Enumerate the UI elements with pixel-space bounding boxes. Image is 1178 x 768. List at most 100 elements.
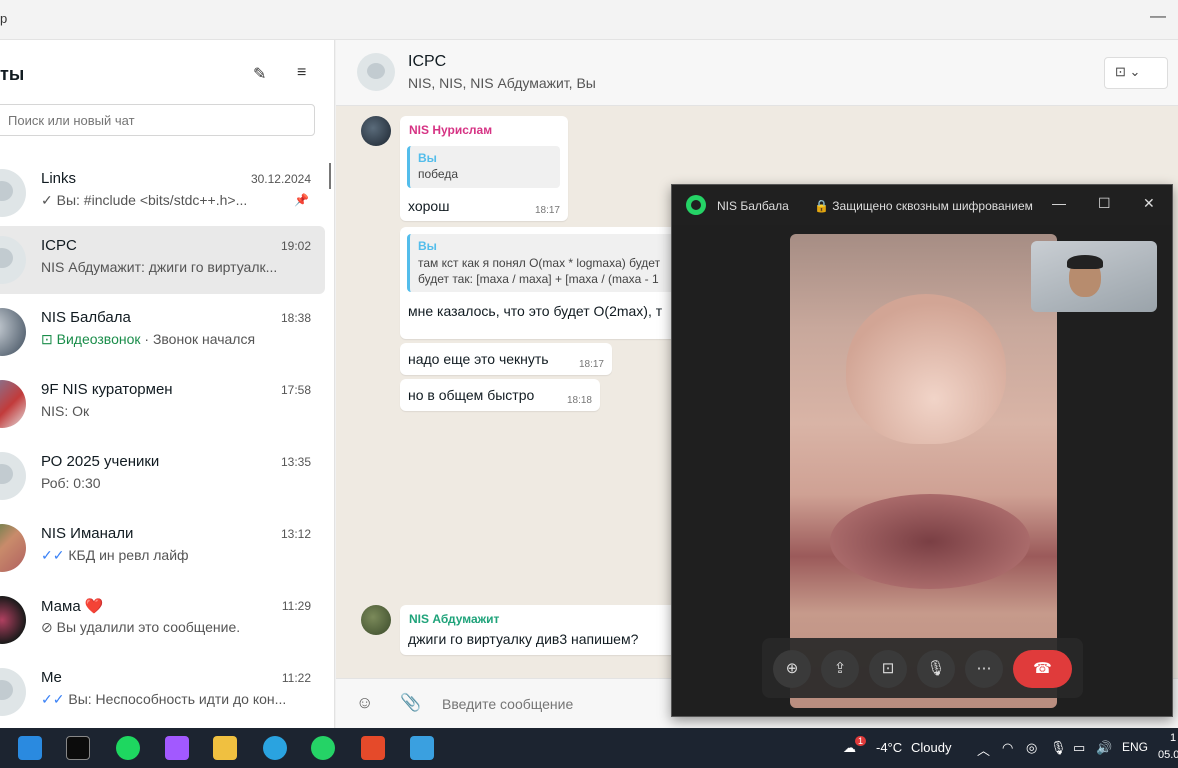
camera-button[interactable]: ⊡ bbox=[869, 650, 907, 688]
maximize-icon[interactable]: ☐ bbox=[1098, 195, 1111, 212]
quoted-message[interactable]: Вы победа bbox=[407, 146, 560, 188]
chat-time: 13:12 bbox=[280, 527, 311, 541]
search-input[interactable] bbox=[0, 105, 314, 135]
filter-icon[interactable]: ≡ bbox=[297, 64, 306, 82]
conversation-header[interactable]: ICPC NIS, NIS, NIS Абдумажит, Вы ⊡ ⌄ bbox=[336, 40, 1178, 106]
microphone-button[interactable]: 🎙 bbox=[917, 650, 955, 688]
terminal-icon[interactable] bbox=[66, 736, 90, 760]
figma-icon[interactable] bbox=[165, 736, 189, 760]
conversation-title: ICPC bbox=[408, 53, 447, 70]
weather-text[interactable]: Cloudy bbox=[911, 740, 951, 755]
add-participant-button[interactable]: ⊕ bbox=[773, 650, 811, 688]
webcam-icon[interactable]: ◎ bbox=[1026, 740, 1037, 756]
chat-name: Me bbox=[41, 669, 62, 686]
video-face-lips bbox=[830, 494, 1030, 589]
chat-name: Мама ❤️ bbox=[41, 598, 104, 615]
temperature[interactable]: -4°C bbox=[876, 740, 902, 755]
encryption-text: Защищено сквозным шифрованием bbox=[832, 199, 1033, 213]
lock-icon: 🔒 bbox=[814, 199, 829, 213]
spotify-icon[interactable] bbox=[116, 736, 140, 760]
avatar bbox=[0, 452, 26, 500]
message-bubble[interactable]: надо еще это чекнуть 18:17 bbox=[400, 343, 612, 375]
more-options-button[interactable]: ⋯ bbox=[965, 650, 1003, 688]
new-chat-icon[interactable]: ✎ bbox=[253, 64, 266, 84]
video-call-button[interactable]: ⊡ ⌄ bbox=[1104, 57, 1168, 89]
quote-author: Вы bbox=[418, 151, 437, 165]
video-call-label: Видеозвонок bbox=[56, 331, 141, 347]
scrollbar[interactable] bbox=[329, 163, 331, 189]
whatsapp-icon bbox=[686, 195, 706, 215]
volume-icon[interactable]: 🔊 bbox=[1096, 740, 1112, 756]
chat-item-9f-nis[interactable]: 9F NIS куратормен 17:58 NIS: Ок bbox=[0, 370, 325, 438]
chevron-up-icon[interactable]: ︿ bbox=[977, 740, 990, 759]
vscode-icon[interactable] bbox=[18, 736, 42, 760]
chat-preview: ✓✓ КБД ин ревл лайф bbox=[41, 547, 311, 564]
quoted-message[interactable]: Вы там кст как я понял O(max * logmaxa) … bbox=[407, 234, 680, 292]
chat-item-mama[interactable]: Мама ❤️ 11:29 ⊘ Вы удалили это сообщение… bbox=[0, 586, 325, 654]
quote-author: Вы bbox=[418, 239, 437, 253]
file-explorer-icon[interactable] bbox=[213, 736, 237, 760]
chat-preview: ⊘ Вы удалили это сообщение. bbox=[41, 619, 311, 636]
read-ticks-icon: ✓✓ bbox=[41, 547, 65, 563]
browser-icon[interactable] bbox=[361, 736, 385, 760]
video-face-nose bbox=[846, 294, 1006, 444]
chat-preview: ✓✓ Вы: Неспособность идти до кон... bbox=[41, 691, 311, 708]
message-time: 18:18 bbox=[566, 395, 592, 406]
chat-name: РО 2025 ученики bbox=[41, 453, 160, 470]
message-text: мне казалось, что это будет O(2max), т bbox=[408, 303, 663, 319]
telegram-icon[interactable] bbox=[263, 736, 287, 760]
message-bubble[interactable]: Вы там кст как я понял O(max * logmaxa) … bbox=[400, 227, 680, 339]
chat-time: 13:35 bbox=[280, 455, 311, 469]
search-box[interactable] bbox=[0, 104, 315, 136]
chat-time: 19:02 bbox=[280, 239, 311, 253]
close-icon[interactable]: ✕ bbox=[1143, 195, 1155, 212]
remote-video bbox=[790, 234, 1057, 708]
deleted-icon: ⊘ bbox=[41, 619, 53, 635]
call-status: · Звонок начался bbox=[144, 331, 256, 347]
emoji-icon[interactable]: ☺ bbox=[356, 693, 373, 713]
end-call-button[interactable]: ☎ bbox=[1013, 650, 1072, 688]
chat-time: 17:58 bbox=[280, 383, 311, 397]
whatsapp-taskbar-icon[interactable] bbox=[311, 736, 335, 760]
photos-icon[interactable] bbox=[410, 736, 434, 760]
call-controls: ⊕ ⇪ ⊡ 🎙 ⋯ ☎ bbox=[762, 638, 1083, 698]
avatar bbox=[0, 524, 26, 572]
chat-item-me[interactable]: Me 11:22 ✓✓ Вы: Неспособность идти до ко… bbox=[0, 658, 325, 726]
group-avatar[interactable] bbox=[357, 53, 395, 91]
call-contact-name: NIS Балбала bbox=[717, 199, 789, 213]
call-titlebar: NIS Балбала 🔒 Защищено сквозным шифрован… bbox=[672, 185, 1172, 225]
message-bubble[interactable]: NIS Нурислам Вы победа хорош 18:17 bbox=[400, 116, 568, 221]
message-text: хорош bbox=[408, 198, 450, 214]
wifi-icon[interactable]: ◠ bbox=[1002, 740, 1013, 756]
weather-badge: 1 bbox=[855, 736, 867, 746]
message-bubble[interactable]: но в общем быстро 18:18 bbox=[400, 379, 600, 411]
self-preview-video[interactable] bbox=[1031, 241, 1157, 312]
chat-preview: ⊡ Видеозвонок · Звонок начался bbox=[41, 331, 311, 348]
attach-icon[interactable]: 📎 bbox=[400, 693, 421, 713]
avatar bbox=[0, 668, 26, 716]
message-text: но в общем быстро bbox=[408, 387, 535, 403]
language-indicator[interactable]: ENG bbox=[1122, 740, 1148, 754]
chat-time: 18:38 bbox=[280, 311, 311, 325]
chat-item-nis-imanali[interactable]: NIS Иманали 13:12 ✓✓ КБД ин ревл лайф bbox=[0, 514, 325, 582]
message-text: надо еще это чекнуть bbox=[408, 351, 549, 367]
minimize-icon[interactable]: — bbox=[1052, 195, 1066, 211]
weather-icon[interactable]: ☁ bbox=[843, 740, 856, 756]
share-screen-button[interactable]: ⇪ bbox=[821, 650, 859, 688]
chat-name: Links bbox=[41, 170, 77, 187]
chat-item-links[interactable]: Links 30.12.2024 ✓ Вы: #include <bits/st… bbox=[0, 159, 325, 227]
clock-date[interactable]: 05.0 bbox=[1158, 749, 1178, 761]
chat-time: 11:22 bbox=[281, 671, 311, 685]
mic-icon[interactable]: 🎙 bbox=[1050, 740, 1067, 756]
conversation-members: NIS, NIS, NIS Абдумажит, Вы bbox=[408, 75, 596, 91]
chat-item-nis-balbala[interactable]: NIS Балбала 18:38 ⊡ Видеозвонок · Звонок… bbox=[0, 298, 325, 366]
avatar bbox=[0, 596, 26, 644]
message-bubble[interactable]: NIS Абдумажит джиги го виртуалку див3 на… bbox=[400, 605, 680, 655]
minimize-icon[interactable]: — bbox=[1150, 8, 1166, 26]
chat-item-ro-2025[interactable]: РО 2025 ученики 13:35 Роб: 0:30 bbox=[0, 442, 325, 510]
encryption-notice: 🔒 Защищено сквозным шифрованием bbox=[814, 199, 1033, 213]
battery-icon[interactable]: ▭ bbox=[1073, 740, 1085, 756]
chat-item-icpc[interactable]: ICPC 19:02 NIS Абдумажит: джиги го вирту… bbox=[0, 226, 325, 294]
chat-preview: Роб: 0:30 bbox=[41, 475, 101, 491]
clock-time[interactable]: 1 bbox=[1170, 732, 1176, 744]
